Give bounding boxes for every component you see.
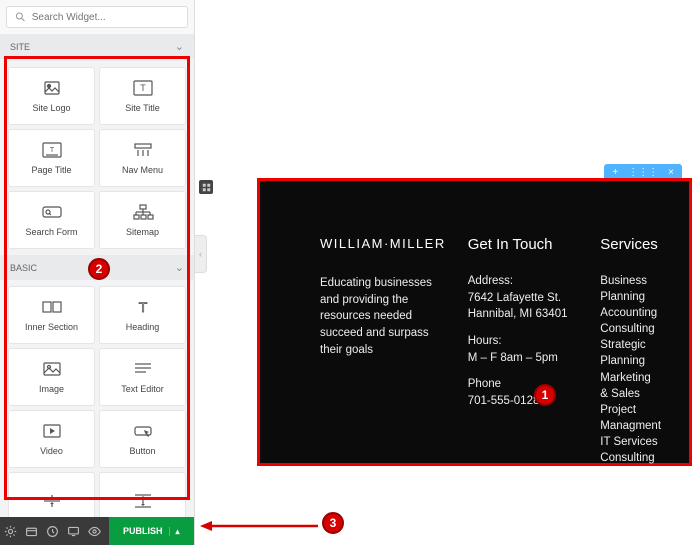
editor-canvas: ‹ + ⋮⋮⋮ × WILLIAM·MILLER Educating busin…: [195, 0, 700, 545]
footer-col-services: Services Business PlanningAccountingCons…: [600, 236, 661, 443]
footer-service-item: Accounting: [600, 305, 661, 321]
footer-service-item: Strategic Planning: [600, 337, 661, 369]
footer-address1: 7642 Lafayette St.: [468, 290, 579, 307]
footer-about-text: Educating businesses and providing the r…: [320, 275, 446, 358]
widget-label: Image: [39, 384, 64, 394]
spacer-icon: [132, 492, 154, 510]
page-title-icon: T: [41, 141, 63, 159]
divider-icon: [41, 492, 63, 510]
widget-label: Site Title: [125, 103, 160, 113]
section-site-header[interactable]: SITE ⌄: [0, 34, 194, 59]
footer-service-item: Business Planning: [600, 273, 661, 305]
footer-section[interactable]: WILLIAM·MILLER Educating businesses and …: [257, 178, 692, 466]
section-site-label: SITE: [10, 42, 30, 52]
inner-section-icon: [41, 298, 63, 316]
footer-col-contact: Get In Touch Address: 7642 Lafayette St.…: [468, 236, 579, 443]
responsive-icon[interactable]: [67, 524, 80, 538]
footer-contact-title: Get In Touch: [468, 236, 579, 253]
widget-search-form[interactable]: Search Form: [8, 191, 95, 249]
widget-label: Heading: [126, 322, 160, 332]
widget-button[interactable]: Button: [99, 410, 186, 468]
heading-icon: T: [132, 298, 154, 316]
svg-text:T: T: [138, 299, 147, 315]
footer-service-item: Consulting: [600, 450, 661, 466]
collapse-sidebar-handle[interactable]: ‹: [195, 235, 207, 273]
widget-label: Site Logo: [32, 103, 70, 113]
edit-grip-icon[interactable]: ⋮⋮⋮: [628, 167, 658, 178]
widget-spacer[interactable]: [99, 472, 186, 517]
widget-site-logo[interactable]: Site Logo: [8, 67, 95, 125]
widget-nav-menu[interactable]: Nav Menu: [99, 129, 186, 187]
widget-divider[interactable]: [8, 472, 95, 517]
publish-label: PUBLISH: [123, 526, 163, 536]
widget-label: Button: [129, 446, 155, 456]
search-box: [0, 0, 194, 34]
annotation-badge-3: 3: [322, 512, 344, 534]
annotation-arrow-3: [200, 519, 320, 531]
widget-label: Page Title: [31, 165, 71, 175]
revisions-icon[interactable]: [25, 524, 38, 538]
annotation-badge-1: 1: [534, 384, 556, 406]
search-icon: [15, 11, 26, 23]
footer-service-item: Consulting: [600, 321, 661, 337]
widget-label: Inner Section: [25, 322, 78, 332]
chevron-down-icon: ⌄: [175, 261, 184, 274]
footer-service-item: IT Services: [600, 434, 661, 450]
widget-text-editor[interactable]: Text Editor: [99, 348, 186, 406]
widget-page-title[interactable]: T Page Title: [8, 129, 95, 187]
footer-service-item: Project Managment: [600, 402, 661, 434]
widget-label: Sitemap: [126, 227, 159, 237]
widget-sitemap[interactable]: Sitemap: [99, 191, 186, 249]
edit-plus-icon[interactable]: +: [612, 167, 618, 178]
widget-inner-section[interactable]: Inner Section: [8, 286, 95, 344]
widget-label: Search Form: [25, 227, 77, 237]
preview-icon[interactable]: [88, 524, 101, 538]
settings-icon[interactable]: [4, 524, 17, 538]
annotation-badge-2: 2: [88, 258, 110, 280]
publish-button[interactable]: PUBLISH ▴: [109, 517, 194, 545]
section-edit-handle[interactable]: [199, 180, 213, 194]
history-icon[interactable]: [46, 524, 59, 538]
sitemap-icon: [132, 203, 154, 221]
footer-col-about: WILLIAM·MILLER Educating businesses and …: [320, 236, 446, 443]
edit-close-icon[interactable]: ×: [668, 167, 674, 178]
footer-address2: Hannibal, MI 63401: [468, 306, 579, 323]
bottom-toolbar: PUBLISH ▴: [0, 517, 194, 545]
footer-hours: M – F 8am – 5pm: [468, 350, 579, 367]
footer-brand: WILLIAM·MILLER: [320, 236, 446, 251]
widget-label: Nav Menu: [122, 165, 163, 175]
footer-phone: 701-555-0128: [468, 393, 579, 410]
svg-text:T: T: [49, 147, 54, 154]
widget-label: Video: [40, 446, 63, 456]
search-form-icon: [41, 203, 63, 221]
section-basic-label: BASIC: [10, 263, 37, 273]
chevron-down-icon: ⌄: [175, 40, 184, 53]
footer-address-label: Address:: [468, 273, 579, 290]
site-logo-icon: [41, 79, 63, 97]
footer-phone-label: Phone: [468, 376, 579, 393]
widget-image[interactable]: Image: [8, 348, 95, 406]
image-icon: [41, 360, 63, 378]
footer-hours-label: Hours:: [468, 333, 579, 350]
search-widget-input[interactable]: [32, 12, 179, 23]
widget-video[interactable]: Video: [8, 410, 95, 468]
svg-text:T: T: [140, 83, 146, 93]
publish-caret-icon[interactable]: ▴: [169, 527, 180, 536]
nav-menu-icon: [132, 141, 154, 159]
footer-services-title: Services: [600, 236, 661, 253]
text-editor-icon: [132, 360, 154, 378]
footer-service-item: Marketing & Sales: [600, 370, 661, 402]
widget-heading[interactable]: T Heading: [99, 286, 186, 344]
button-icon: [132, 422, 154, 440]
site-title-icon: T: [132, 79, 154, 97]
video-icon: [41, 422, 63, 440]
widget-label: Text Editor: [121, 384, 164, 394]
widget-site-title[interactable]: T Site Title: [99, 67, 186, 125]
